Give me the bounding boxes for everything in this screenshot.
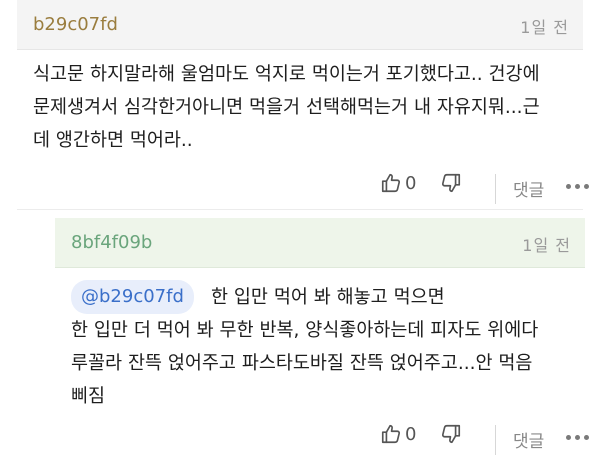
thumbs-down-icon xyxy=(441,173,461,193)
comment-time: 1일 전 xyxy=(520,18,569,37)
thumbs-up-icon xyxy=(381,173,401,193)
thumbs-up-icon xyxy=(381,424,401,444)
dislike-button[interactable] xyxy=(440,423,462,445)
comment-divider xyxy=(17,209,583,210)
like-count: 0 xyxy=(405,423,417,445)
comment-body: 식고문 하지말라해 울엄마도 억지로 먹이는거 포기했다고.. 건강에 문제생겨… xyxy=(33,64,540,151)
reply-button[interactable]: 댓글 xyxy=(513,427,544,452)
reply-time: 1일 전 xyxy=(522,236,571,255)
mention-tag[interactable]: @b29c07fd xyxy=(71,280,194,314)
reply-header: 8bf4f09b 1일 전 xyxy=(55,218,585,268)
more-dots-icon[interactable] xyxy=(566,435,589,440)
action-separator xyxy=(495,425,496,455)
dislike-button[interactable] xyxy=(440,172,462,194)
action-separator xyxy=(495,174,496,204)
reply-body-first-line: 한 입만 먹어 봐 해놓고 먹으면 xyxy=(211,287,445,308)
like-button[interactable]: 0 xyxy=(380,423,416,445)
reply-author[interactable]: 8bf4f09b xyxy=(71,232,152,253)
comment-header: b29c07fd 1일 전 xyxy=(17,0,583,50)
thumbs-down-icon xyxy=(441,424,461,444)
reply-button[interactable]: 댓글 xyxy=(513,176,544,201)
reply-body: 한 입만 더 먹어 봐 무한 반복, 양식좋아하는데 피자도 위에다 루꼴라 잔… xyxy=(71,320,539,407)
like-button[interactable]: 0 xyxy=(380,172,416,194)
like-count: 0 xyxy=(405,172,417,194)
comment-actions: 0 댓글 xyxy=(380,172,589,206)
comment-author[interactable]: b29c07fd xyxy=(33,14,118,35)
reply-actions: 0 댓글 xyxy=(380,423,589,457)
reply-comment: 8bf4f09b 1일 전 @b29c07fd 한 입만 먹어 봐 해놓고 먹으… xyxy=(55,218,589,471)
more-dots-icon[interactable] xyxy=(566,184,589,189)
